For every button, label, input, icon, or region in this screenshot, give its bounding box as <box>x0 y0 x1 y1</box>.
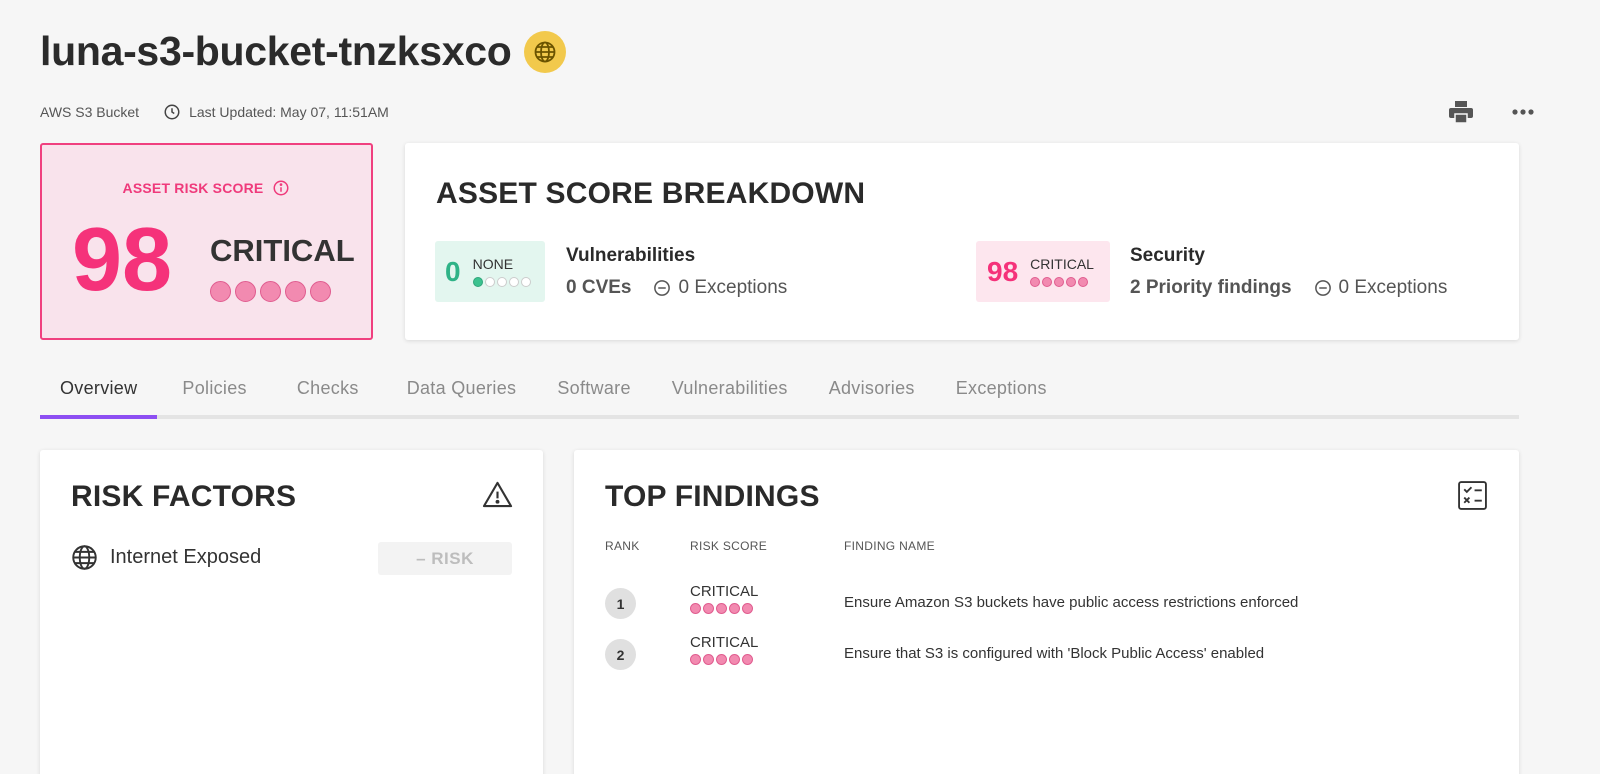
asset-title: luna-s3-bucket-tnzksxco <box>40 28 512 74</box>
print-icon[interactable] <box>1446 97 1476 127</box>
tab-overview[interactable]: Overview <box>40 372 158 419</box>
level-dot <box>496 277 507 287</box>
level-dot <box>1054 277 1065 287</box>
security-score: 98 <box>987 255 1019 287</box>
risk-dot <box>729 603 740 614</box>
finding-name[interactable]: Ensure that S3 is configured with 'Block… <box>844 645 1264 662</box>
security-level: CRITICAL <box>1030 256 1094 272</box>
level-dot <box>1042 277 1053 287</box>
minus-circle-icon <box>1314 280 1331 296</box>
column-header-risk-score: RISK SCORE <box>690 539 768 553</box>
asset-tabs: Overview Policies Checks Data Queries So… <box>40 372 1519 419</box>
level-dot <box>484 277 495 287</box>
vulnerabilities-title: Vulnerabilities <box>566 245 696 266</box>
vulnerabilities-exceptions[interactable]: 0 Exceptions <box>653 277 787 299</box>
table-row[interactable]: 1 CRITICAL Ensure Amazon S3 buckets have… <box>605 583 1485 623</box>
risk-score-label-row: ASSET RISK SCORE <box>42 179 371 197</box>
risk-dot <box>742 603 753 614</box>
tab-software[interactable]: Software <box>536 372 650 419</box>
finding-risk-dots <box>690 654 758 665</box>
asset-meta: AWS S3 Bucket Last Updated: May 07, 11:5… <box>40 103 389 121</box>
security-summary: Security 2 Priority findings 0 Exception… <box>1130 245 1447 299</box>
severity-dot <box>210 281 231 302</box>
security-title: Security <box>1130 245 1205 266</box>
globe-icon <box>523 30 566 73</box>
level-dot <box>1078 277 1089 287</box>
info-icon[interactable] <box>272 179 290 197</box>
risk-factor-label: Internet Exposed <box>110 546 262 568</box>
breakdown-title: ASSET SCORE BREAKDOWN <box>436 177 866 210</box>
risk-factors-panel: RISK FACTORS Internet Exposed – RISK <box>40 450 543 774</box>
vulnerabilities-score-chip[interactable]: 0 NONE <box>435 241 545 302</box>
priority-findings-count[interactable]: 2 Priority findings <box>1130 277 1292 299</box>
column-header-rank: RANK <box>605 539 640 553</box>
cve-count[interactable]: 0 CVEs <box>566 277 631 299</box>
title-row: luna-s3-bucket-tnzksxco <box>40 28 566 75</box>
checklist-icon[interactable] <box>1457 480 1488 516</box>
finding-risk-label: CRITICAL <box>690 583 759 600</box>
risk-dot <box>716 654 727 665</box>
top-findings-panel: TOP FINDINGS RANK RISK SCORE FINDING NAM… <box>574 450 1519 774</box>
tab-checks[interactable]: Checks <box>267 372 379 419</box>
asset-score-breakdown-card: ASSET SCORE BREAKDOWN 0 NONE Vulnerabili… <box>405 143 1519 340</box>
severity-dot <box>235 281 256 302</box>
warning-icon <box>482 480 513 514</box>
risk-dot <box>703 654 714 665</box>
finding-risk-score: CRITICAL <box>690 634 758 665</box>
risk-dot <box>690 603 701 614</box>
clock-icon <box>163 103 181 121</box>
severity-dot <box>285 281 306 302</box>
last-updated: Last Updated: May 07, 11:51AM <box>189 104 389 120</box>
vulnerabilities-summary: Vulnerabilities 0 CVEs 0 Exceptions <box>566 245 787 299</box>
tab-vulnerabilities[interactable]: Vulnerabilities <box>651 372 808 419</box>
security-level-dots <box>1030 272 1094 287</box>
tab-data-queries[interactable]: Data Queries <box>379 372 537 419</box>
level-dot <box>1030 277 1041 287</box>
risk-factor-internet-exposed: Internet Exposed <box>71 544 261 571</box>
vulnerabilities-exceptions-label: 0 Exceptions <box>678 277 788 298</box>
severity-dots <box>210 281 335 302</box>
severity-dot <box>260 281 281 302</box>
risk-dot <box>690 654 701 665</box>
security-exceptions[interactable]: 0 Exceptions <box>1314 277 1448 299</box>
finding-name[interactable]: Ensure Amazon S3 buckets have public acc… <box>844 594 1298 611</box>
finding-risk-score: CRITICAL <box>690 583 758 614</box>
finding-risk-label: CRITICAL <box>690 634 759 651</box>
minus-circle-icon <box>654 280 671 296</box>
vulnerabilities-level: NONE <box>472 256 514 272</box>
risk-dot <box>703 603 714 614</box>
risk-dot <box>729 654 740 665</box>
tab-advisories[interactable]: Advisories <box>808 372 935 419</box>
finding-rank: 1 <box>605 588 636 619</box>
risk-factor-badge: – RISK <box>378 542 512 575</box>
risk-dot <box>716 603 727 614</box>
risk-dot <box>742 654 753 665</box>
tab-exceptions[interactable]: Exceptions <box>935 372 1067 419</box>
severity-dot <box>310 281 331 302</box>
level-dot <box>508 277 519 287</box>
risk-score-value: 98 <box>72 210 173 310</box>
top-findings-title: TOP FINDINGS <box>605 480 820 513</box>
level-dot <box>520 277 531 287</box>
table-row[interactable]: 2 CRITICAL Ensure that S3 is configured … <box>605 634 1485 674</box>
risk-factors-title: RISK FACTORS <box>71 480 297 513</box>
finding-risk-dots <box>690 603 758 614</box>
level-dot <box>472 277 483 287</box>
globe-icon <box>72 545 97 570</box>
asset-risk-score-card: ASSET RISK SCORE 98 CRITICAL <box>40 143 373 340</box>
finding-rank: 2 <box>605 639 636 670</box>
tab-policies[interactable]: Policies <box>157 372 266 419</box>
risk-score-severity: CRITICAL <box>210 233 355 268</box>
asset-type: AWS S3 Bucket <box>40 104 140 120</box>
column-header-finding-name: FINDING NAME <box>844 539 935 553</box>
security-exceptions-label: 0 Exceptions <box>1338 277 1448 298</box>
security-score-chip[interactable]: 98 CRITICAL <box>976 241 1110 302</box>
top-actions <box>1414 97 1538 127</box>
vulnerabilities-level-dots <box>472 272 533 287</box>
more-options-icon[interactable] <box>1508 97 1538 127</box>
level-dot <box>1066 277 1077 287</box>
vulnerabilities-score: 0 <box>445 255 461 287</box>
risk-score-label: ASSET RISK SCORE <box>122 180 264 196</box>
